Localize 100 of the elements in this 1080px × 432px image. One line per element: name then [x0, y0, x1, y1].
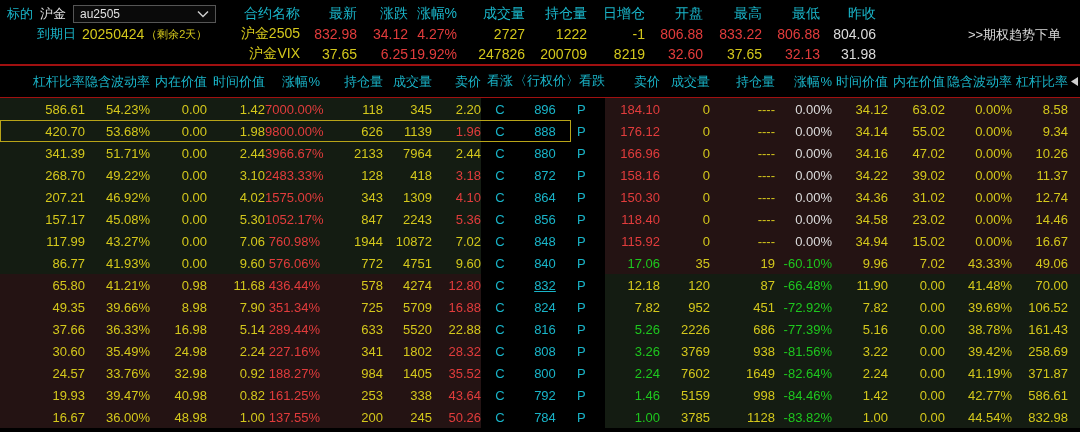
put-row-band[interactable]: 118.40 0 ---- 0.00% 34.58 23.02 0.00% 14.46 — [605, 208, 1080, 230]
put-row-band[interactable]: 5.26 2226 686 -77.39% 5.16 0.00 38.78% 161.43 — [605, 318, 1080, 340]
table-cell-text: 41.48% — [966, 277, 1012, 293]
table-cell-text: 118 — [361, 101, 383, 117]
call-row-band[interactable]: 19.93 39.47% 40.98 0.82 161.25% 253 338 43.64 — [0, 384, 481, 406]
column-header: 成交量 — [670, 72, 710, 91]
call-row-band[interactable]: 49.35 39.66% 8.98 7.90 351.34% 725 5709 16.88 — [0, 296, 481, 318]
contract-select[interactable]: au2505 — [73, 5, 216, 23]
put-row-band[interactable]: 115.92 0 ---- 0.00% 34.94 15.02 0.00% 16.67 — [605, 230, 1080, 252]
table-cell-text: 2727 — [492, 26, 525, 42]
table-cell-text: 0.00% — [974, 167, 1012, 183]
table-cell-text: 2.44 — [454, 145, 481, 161]
table-cell: 19.92% — [408, 46, 457, 62]
table-cell-text: 578 — [360, 277, 383, 293]
table-cell-text: 166.96 — [619, 145, 660, 161]
call-marker[interactable]: C — [481, 120, 519, 142]
table-cell-text: 1649 — [745, 365, 775, 381]
table-cell-text: 0.00 — [918, 321, 945, 337]
table-cell-text: -60.10% — [782, 255, 832, 271]
table-cell-text: 39.42% — [966, 343, 1012, 359]
table-cell-text: 117.99 — [45, 233, 85, 249]
table-cell-text: 0.00 — [918, 299, 945, 315]
table-cell-text: 35 — [694, 255, 710, 271]
call-row-band[interactable]: 117.99 43.27% 0.00 7.06 760.98% 1944 10872 7.02 — [0, 230, 481, 252]
table-cell-text: 16.98 — [173, 321, 207, 337]
put-row-band[interactable]: 3.26 3769 938 -81.56% 3.22 0.00 39.42% 258.69 — [605, 340, 1080, 362]
put-row-band[interactable]: 176.12 0 ---- 0.00% 34.14 55.02 0.00% 9.34 — [605, 120, 1080, 142]
put-row-band[interactable]: 150.30 0 ---- 0.00% 34.36 31.02 0.00% 12.74 — [605, 186, 1080, 208]
table-cell-text: 49.22% — [104, 167, 150, 183]
trend-order-link[interactable]: >>期权趋势下单 — [968, 26, 1062, 44]
table-cell-text: ---- — [756, 123, 775, 139]
table-cell-text: 1.98 — [238, 123, 265, 139]
put-row-band[interactable]: 166.96 0 ---- 0.00% 34.16 47.02 0.00% 10.26 — [605, 142, 1080, 164]
table-cell-text: 338 — [409, 387, 432, 403]
table-cell-text: 1.42 — [861, 387, 888, 403]
call-row-band[interactable]: 37.66 36.33% 16.98 5.14 289.44% 633 5520 22.88 — [0, 318, 481, 340]
table-cell-text: 34.14 — [854, 123, 888, 139]
table-cell-text: 1128 — [746, 409, 775, 425]
table-cell-text: 633 — [360, 321, 383, 337]
table-cell-text: 16.67 — [1034, 233, 1068, 249]
table-cell-text: 48.98 — [173, 409, 207, 425]
put-row-band[interactable]: 17.06 35 19 -60.10% 9.96 7.02 43.33% 49.06 — [605, 252, 1080, 274]
put-row-band[interactable]: 184.10 0 ---- 0.00% 34.12 63.02 0.00% 8.58 — [605, 98, 1080, 120]
put-row-band[interactable]: 12.18 120 87 -66.48% 11.90 0.00 41.48% 70.00 — [605, 274, 1080, 296]
table-cell-text: 451 — [752, 299, 775, 315]
table-cell-text: 2226 — [680, 321, 710, 337]
call-row-band[interactable]: 24.57 33.76% 32.98 0.92 188.27% 984 1405 35.52 — [0, 362, 481, 384]
call-row-band[interactable]: 207.21 46.92% 0.00 4.021575.00% 343 1309 4.10 — [0, 186, 481, 208]
table-cell-text: 847 — [360, 211, 383, 227]
table-cell-text: 23.02 — [911, 211, 945, 227]
put-row-band[interactable]: 7.82 952 451 -72.92% 7.82 0.00 39.69% 106.52 — [605, 296, 1080, 318]
column-header: 最低 — [791, 5, 820, 23]
table-cell-text: 9.60 — [454, 255, 481, 271]
strike-price: 888 — [519, 120, 571, 142]
table-cell-text: 17.06 — [626, 255, 660, 271]
table-cell-text: 46.92% — [104, 189, 150, 205]
table-cell-text: 5.26 — [633, 321, 660, 337]
table-cell-text: -66.48% — [782, 277, 832, 293]
table-cell-text: 49.35 — [51, 299, 85, 315]
table-cell-text: 343 — [360, 189, 383, 205]
call-row-band[interactable]: 86.77 41.93% 0.00 9.60 576.06% 772 4751 9.60 — [0, 252, 481, 274]
table-cell-text: 11.90 — [855, 277, 888, 293]
table-cell-text: 0.00% — [794, 211, 832, 227]
column-header: 隐含波动率 — [85, 72, 150, 91]
table-cell-text: 200 — [360, 409, 383, 425]
table-cell-text: -77.39% — [782, 321, 832, 337]
put-row-band[interactable]: 1.00 3785 1128 -83.82% 1.00 0.00 44.54% 832.98 — [605, 406, 1080, 428]
table-cell-text: 11.68 — [232, 277, 265, 293]
call-row-band[interactable]: 65.80 41.21% 0.98 11.68 436.44% 578 4274 12.80 — [0, 274, 481, 296]
put-row-band[interactable]: 158.16 0 ---- 0.00% 34.22 39.02 0.00% 11.37 — [605, 164, 1080, 186]
table-cell-text: 3785 — [680, 409, 710, 425]
put-row-band[interactable]: 2.24 7602 1649 -82.64% 2.24 0.00 41.19% 371.87 — [605, 362, 1080, 384]
table-cell-text: 0.00% — [794, 101, 832, 117]
put-row-band[interactable]: 1.46 5159 998 -84.46% 1.42 0.00 42.77% 586.61 — [605, 384, 1080, 406]
table-cell-text: 258.69 — [1027, 343, 1068, 359]
table-cell-text: 184.10 — [619, 101, 660, 117]
table-cell-text: 371.87 — [1027, 365, 1068, 381]
table-cell-text: 420.70 — [44, 123, 85, 139]
table-cell-text: 32.98 — [173, 365, 207, 381]
call-row-band[interactable]: 586.61 54.23% 0.00 1.427000.00% 118 345 2.20 — [0, 98, 481, 120]
call-row-band[interactable]: 157.17 45.08% 0.00 5.301052.17% 847 2243 5.36 — [0, 208, 481, 230]
call-row-band[interactable]: 341.39 51.71% 0.00 2.443966.67% 2133 7964 2.44 — [0, 142, 481, 164]
call-row-band[interactable]: 268.70 49.22% 0.00 3.102483.33% 128 418 3.18 — [0, 164, 481, 186]
table-cell-text: 289.44% — [267, 321, 320, 337]
table-cell-text: 0.00 — [918, 343, 945, 359]
column-header: 卖价 — [633, 72, 660, 91]
table-cell-text: 188.27% — [267, 365, 320, 381]
call-row-band[interactable]: 420.70 53.68% 0.00 1.989800.00% 626 1139 1.96 — [0, 120, 481, 142]
column-header: 时间价值 — [835, 72, 888, 91]
table-cell-text: 41.19% — [966, 365, 1012, 381]
table-cell-text: 55.02 — [911, 123, 945, 139]
column-header: 看涨 — [486, 73, 513, 90]
call-row-band[interactable]: 16.67 36.00% 48.98 1.00 137.55% 200 245 50.26 — [0, 406, 481, 428]
table-cell-text: 沪金2505 — [239, 25, 300, 43]
table-cell-text: 0 — [701, 211, 710, 227]
table-cell-text: 150.30 — [619, 189, 660, 205]
table-cell-text: ---- — [756, 145, 775, 161]
underlying-label: 标的 — [7, 5, 33, 23]
call-row-band[interactable]: 30.60 35.49% 24.98 2.24 227.16% 341 1802 28.32 — [0, 340, 481, 362]
scroll-left-icon[interactable] — [1071, 77, 1078, 86]
